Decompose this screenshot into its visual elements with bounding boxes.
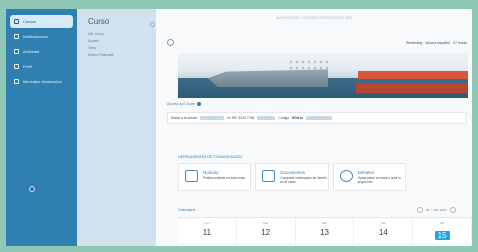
day-name: Mié — [322, 221, 327, 225]
range-text: 05 — 09 / 2023 — [426, 208, 447, 212]
tool-card-debates[interactable]: Debates Opina sobre un tema o crea tu pr… — [332, 163, 406, 191]
access-row: Entrar a la sesión ID 997 3243 7766 Códi… — [167, 112, 467, 124]
hero-stripe — [356, 83, 468, 93]
tool-card-news[interactable]: Noticias Publica noticias en este curso — [178, 163, 252, 191]
share-label: HERRAMIENTAS DE COMUNICACIÓN — [178, 155, 242, 159]
course-sidebar: Curso Info. Curso Usuario Tema Sesión Pr… — [77, 9, 156, 246]
copy-code-button[interactable] — [306, 116, 333, 120]
enter-session-button[interactable] — [200, 116, 225, 120]
course-meta: Streaming · Idioma español · 27 horas — [405, 41, 467, 45]
nav-item-messages[interactable]: Mensajes destacados — [10, 75, 73, 88]
tool-card-docs[interactable]: Documentos Comparte información de inter… — [255, 163, 329, 191]
meeting-id: ID 997 3243 7766 — [227, 116, 255, 120]
course-link-session[interactable]: Sesión Presencial — [77, 51, 156, 58]
day-number: 13 — [320, 228, 329, 237]
week-calendar: Lun 11 Mar 12 Mié 13 Jue 14 Vie 15 — [178, 217, 472, 246]
main-content: UNIVERSITARIO: SESIONES PRESENCIALES 202… — [156, 9, 472, 246]
user-icon — [14, 64, 19, 69]
nav-label: Cursos — [23, 19, 36, 24]
card-title: Documentos — [280, 170, 305, 175]
primary-sidebar: Cursos Notificaciones Actividad Perfil M… — [6, 9, 77, 246]
copy-id-button[interactable] — [257, 116, 276, 120]
code-value: EDA1s — [292, 116, 304, 120]
calendar-day[interactable]: Lun 11 — [178, 218, 237, 246]
calendar-day[interactable]: Mar 12 — [237, 218, 296, 246]
nav-label: Notificaciones — [23, 34, 48, 39]
hero-image — [178, 53, 468, 98]
day-number: 11 — [202, 228, 212, 237]
courses-icon — [14, 19, 19, 24]
collapse-toggle-icon[interactable] — [150, 22, 155, 27]
calendar-label: Calendario — [178, 208, 196, 212]
calendar-day[interactable]: Mié 13 — [296, 218, 355, 246]
app-window: Cursos Notificaciones Actividad Perfil M… — [6, 9, 472, 246]
prev-arrow-icon[interactable] — [417, 207, 423, 213]
hero-stripe — [358, 71, 468, 79]
access-label-text: Acceso por Zoom — [167, 102, 196, 106]
activity-icon — [14, 49, 19, 54]
next-arrow-icon[interactable] — [449, 207, 456, 213]
message-icon — [14, 79, 19, 84]
document-icon — [262, 170, 276, 182]
settings-icon[interactable] — [29, 186, 35, 192]
date-range: 05 — 09 / 2023 — [414, 206, 459, 214]
nav-label: Actividad — [23, 49, 40, 54]
day-name: Mar — [263, 221, 269, 225]
code-label: Código — [278, 116, 290, 120]
back-icon[interactable] — [167, 39, 174, 46]
enter-session-text: Entrar a la sesión — [171, 116, 198, 120]
course-link-user[interactable]: Usuario — [77, 37, 156, 44]
course-link-theme[interactable]: Tema — [77, 44, 156, 51]
card-title: Debates — [357, 170, 375, 175]
nav-item-profile[interactable]: Perfil — [10, 60, 73, 73]
day-name: Vie — [439, 221, 445, 225]
card-desc: Opina sobre un tema o crea tu propio hil… — [357, 176, 401, 184]
day-number: 15 — [434, 231, 450, 240]
zoom-icon — [197, 102, 202, 107]
nav-item-activity[interactable]: Actividad — [10, 45, 73, 58]
nav-item-cursos[interactable]: Cursos — [10, 15, 73, 28]
chat-icon — [339, 170, 353, 182]
topbar-title: UNIVERSITARIO: SESIONES PRESENCIALES 202… — [276, 16, 352, 20]
day-name: Lun — [204, 221, 210, 225]
card-desc: Publica noticias en este curso — [203, 176, 246, 180]
news-icon — [185, 170, 198, 182]
tool-cards: Noticias Publica noticias en este curso … — [178, 163, 406, 191]
day-number: 14 — [378, 228, 388, 237]
card-desc: Comparte información de interés en el cu… — [280, 176, 327, 184]
nav-label: Perfil — [23, 64, 33, 69]
bell-icon — [14, 34, 19, 39]
day-name: Jue — [380, 221, 386, 225]
day-number: 12 — [261, 228, 271, 237]
calendar-day[interactable]: Jue 14 — [354, 218, 414, 246]
nav-item-notifications[interactable]: Notificaciones — [10, 30, 73, 43]
course-title: Curso — [88, 17, 110, 26]
card-title: Noticias — [203, 170, 219, 175]
calendar-day-today[interactable]: Vie 15 — [413, 218, 472, 246]
access-label: Acceso por Zoom — [167, 102, 202, 107]
nav-label: Mensajes destacados — [23, 79, 62, 84]
course-link-info[interactable]: Info. Curso — [77, 30, 156, 37]
